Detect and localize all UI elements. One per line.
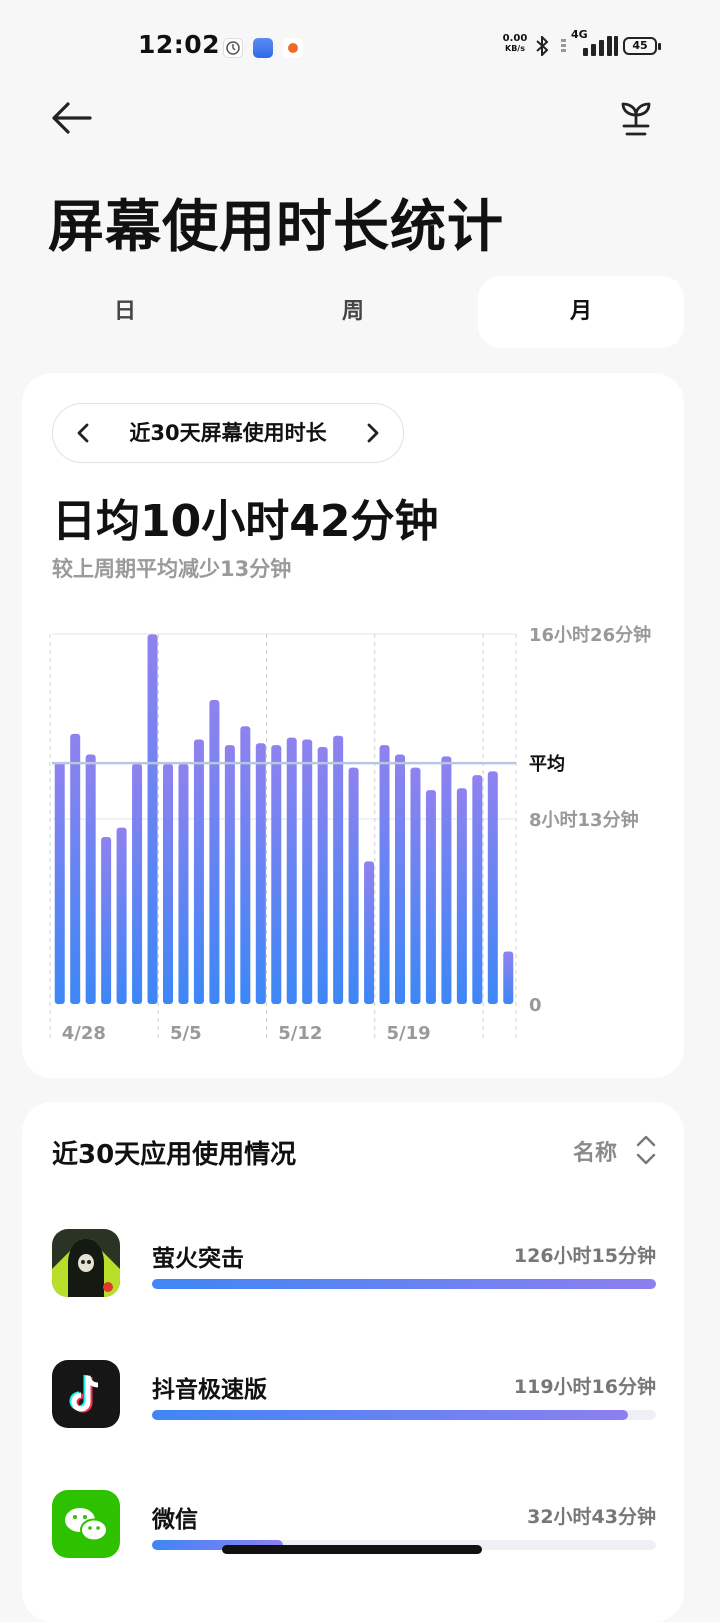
chart-bar bbox=[54, 761, 65, 1004]
next-period-button[interactable] bbox=[359, 419, 385, 447]
app-name: 微信 bbox=[152, 1507, 198, 1533]
app-time: 126小时15分钟 bbox=[513, 1245, 656, 1267]
tab-day[interactable]: 日 bbox=[22, 276, 228, 348]
comparison-text: 较上周期平均减少13分钟 bbox=[52, 557, 292, 581]
chart-bar bbox=[395, 754, 405, 1004]
chart-bar bbox=[163, 763, 173, 1004]
chart-bar bbox=[240, 726, 251, 1004]
app-name: 萤火突击 bbox=[152, 1246, 244, 1272]
usage-bar-track bbox=[152, 1410, 656, 1420]
x-tick-label: 5/19 bbox=[387, 1023, 431, 1044]
plant-sprout-button[interactable] bbox=[612, 96, 660, 140]
app-row-firefly[interactable]: 萤火突击 126小时15分钟 bbox=[22, 1229, 684, 1339]
chart-bar bbox=[302, 739, 313, 1004]
y-tick-label: 8小时13分钟 bbox=[529, 809, 639, 831]
douyin-lite-app-icon bbox=[52, 1360, 120, 1428]
status-time: 12:02 bbox=[138, 30, 221, 59]
chart-bar bbox=[255, 743, 266, 1004]
sort-up-down-icon[interactable] bbox=[634, 1132, 658, 1168]
back-button[interactable] bbox=[48, 96, 96, 140]
app-time: 32小时43分钟 bbox=[527, 1506, 656, 1528]
chart-bar bbox=[147, 634, 158, 1004]
x-tick-label: 5/5 bbox=[170, 1023, 202, 1044]
chevron-right-icon bbox=[367, 423, 379, 443]
chart-bar bbox=[178, 763, 189, 1004]
home-indicator[interactable] bbox=[222, 1545, 482, 1554]
chart-bar bbox=[333, 735, 344, 1004]
usage-bar-fill bbox=[152, 1410, 629, 1420]
chart-bar bbox=[286, 737, 297, 1004]
app-name: 抖音极速版 bbox=[152, 1377, 267, 1403]
usage-bar-fill bbox=[152, 1279, 656, 1289]
chart-bar bbox=[193, 739, 204, 1004]
app-usage-card: 近30天应用使用情况 名称 萤火突击 126小时15分钟 抖音极速版 119小时… bbox=[22, 1102, 684, 1622]
chart-bar bbox=[487, 771, 498, 1004]
daily-average: 日均10小时42分钟 bbox=[52, 496, 439, 547]
app-row-douyin[interactable]: 抖音极速版 119小时16分钟 bbox=[22, 1360, 684, 1470]
chart-bar bbox=[472, 775, 483, 1004]
tab-month[interactable]: 月 bbox=[478, 276, 684, 348]
chart-bar bbox=[132, 763, 143, 1004]
app-usage-title: 近30天应用使用情况 bbox=[52, 1140, 297, 1170]
x-tick-label: 5/12 bbox=[278, 1023, 322, 1044]
y-tick-label: 0 bbox=[529, 995, 542, 1016]
plant-sprout-icon bbox=[621, 102, 651, 136]
battery-level: 45 bbox=[632, 39, 648, 52]
chart-bar bbox=[116, 827, 127, 1004]
screen-time-chart-card: 近30天屏幕使用时长 日均10小时42分钟 较上周期平均减少13分钟 16小时2… bbox=[22, 373, 684, 1078]
chart-bar bbox=[317, 746, 328, 1004]
page-title: 屏幕使用时长统计 bbox=[48, 195, 504, 260]
period-label: 近30天屏幕使用时长 bbox=[129, 421, 327, 445]
x-tick-label: 4/28 bbox=[62, 1023, 106, 1044]
usage-bar-chart: 16小时26分钟平均 8小时13分钟 0 4/28 5/5 5/12 5/19 bbox=[49, 624, 651, 1044]
y-tick-label: 平均 bbox=[529, 753, 565, 775]
battery-icon: 45 bbox=[623, 37, 661, 55]
net-speed: 0.00 KB/s bbox=[502, 33, 528, 54]
chart-bar bbox=[456, 788, 467, 1004]
chart-bar bbox=[410, 767, 421, 1004]
clock-app-icon bbox=[223, 38, 243, 58]
orange-app-icon bbox=[283, 38, 303, 58]
app-time: 119小时16分钟 bbox=[513, 1376, 656, 1398]
chart-bar bbox=[364, 861, 375, 1004]
tab-week[interactable]: 周 bbox=[250, 276, 456, 348]
chart-bar bbox=[425, 790, 436, 1004]
chart-bar bbox=[85, 754, 96, 1004]
period-selector: 近30天屏幕使用时长 bbox=[52, 403, 404, 463]
blue-app-icon bbox=[253, 38, 273, 58]
chart-bar bbox=[70, 733, 81, 1004]
signal-icon bbox=[583, 36, 619, 62]
chart-bar bbox=[441, 756, 452, 1004]
bluetooth-icon bbox=[535, 34, 549, 61]
usage-bar-track bbox=[152, 1279, 656, 1289]
chart-bar bbox=[209, 700, 220, 1004]
chart-bar bbox=[224, 745, 235, 1004]
sort-label[interactable]: 名称 bbox=[573, 1135, 617, 1167]
chart-bar bbox=[101, 837, 112, 1004]
back-arrow-icon bbox=[52, 102, 92, 134]
chart-bar bbox=[503, 951, 514, 1004]
firefly-assault-app-icon bbox=[52, 1229, 120, 1297]
chart-bar bbox=[271, 745, 282, 1004]
y-tick-label: 16小时26分钟 bbox=[529, 624, 651, 646]
chart-bar bbox=[348, 767, 359, 1004]
small-signal-icon bbox=[560, 36, 568, 58]
chart-bar bbox=[379, 745, 390, 1004]
wechat-app-icon bbox=[52, 1490, 120, 1558]
